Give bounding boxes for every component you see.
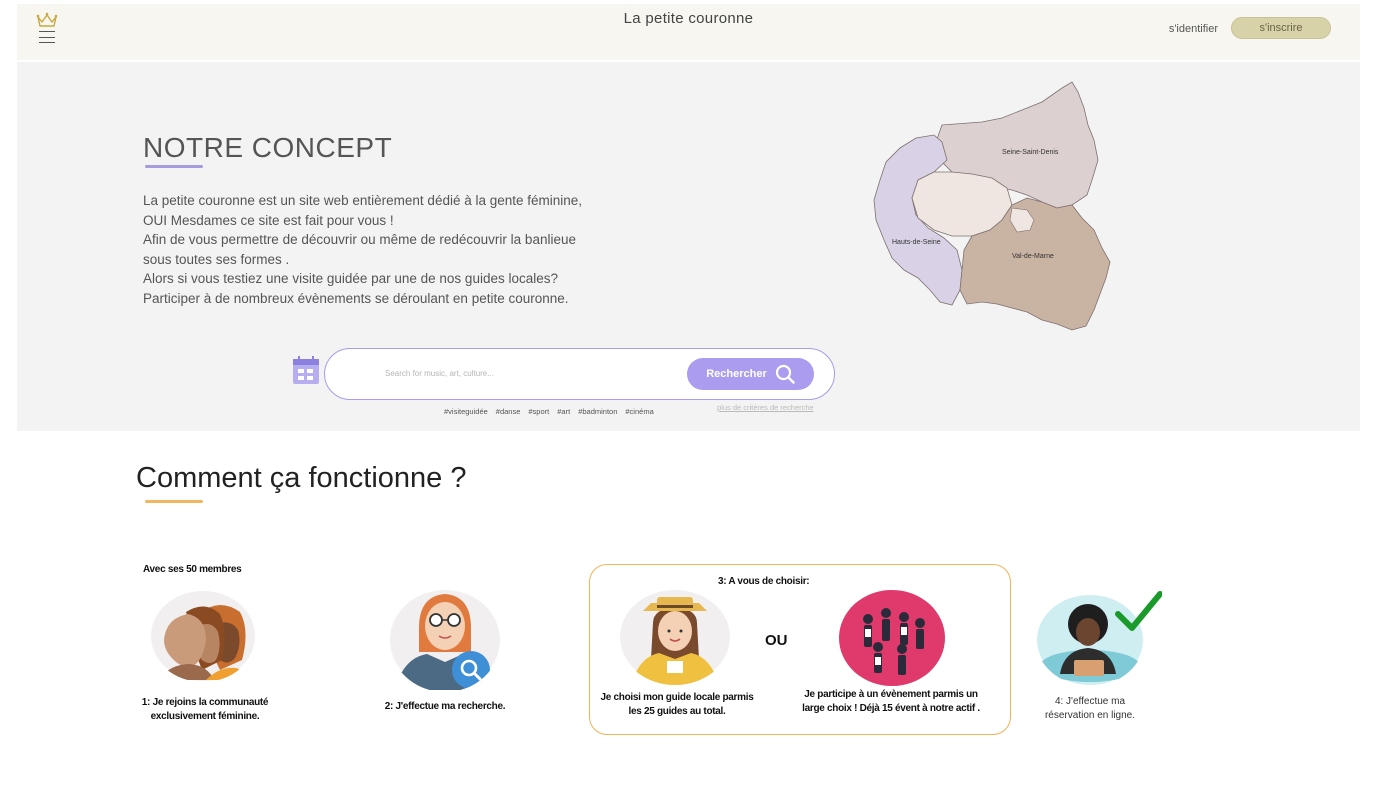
hamburger-menu-icon[interactable] xyxy=(39,31,55,43)
event-group-icon xyxy=(838,589,946,687)
concept-line: Participer à de nombreux évènements se d… xyxy=(143,290,569,306)
tag-sport[interactable]: #sport xyxy=(528,407,549,416)
step1-caption: 1: Je rejoins la communauté exclusivemen… xyxy=(120,696,290,724)
hero-section: NOTRE CONCEPT La petite couronne est un … xyxy=(17,62,1360,431)
concept-paragraph: La petite couronne est un site web entiè… xyxy=(143,191,663,308)
tag-badminton[interactable]: #badminton xyxy=(578,407,617,416)
register-button[interactable]: s'inscrire xyxy=(1231,17,1331,39)
concept-line: sous toutes ses formes . xyxy=(143,251,290,267)
step4-caption-line: 4: J'effectue ma xyxy=(1054,696,1126,707)
tag-visiteguidee[interactable]: #visiteguidée xyxy=(444,407,488,416)
tag-cinema[interactable]: #cinéma xyxy=(625,407,653,416)
step3-right-caption-line: Je participe à un évènement parmis un xyxy=(804,689,978,700)
step4-caption-line: réservation en ligne. xyxy=(1044,710,1136,721)
step1-caption-line: exclusivement féminine. xyxy=(150,711,260,722)
how-it-works-title: Comment ça fonctionne ? xyxy=(136,462,467,494)
or-label: OU xyxy=(765,632,788,649)
map-label-hauts-de-seine: Hauts-de-Seine xyxy=(892,239,941,246)
step1-header: Avec ses 50 membres xyxy=(143,564,242,575)
title-underline xyxy=(145,165,203,168)
page: La petite couronne s'identifier s'inscri… xyxy=(0,0,1383,786)
map-label-val-de-marne: Val-de-Marne xyxy=(1012,253,1054,260)
calendar-icon[interactable] xyxy=(292,355,320,385)
search-icon xyxy=(775,364,795,384)
step3-left-caption-line: les 25 guides au total. xyxy=(628,706,726,717)
community-women-icon xyxy=(150,590,256,682)
step3-left-caption-line: Je choisi mon guide locale parmis xyxy=(600,692,754,703)
search-button[interactable]: Rechercher xyxy=(687,358,814,390)
researcher-woman-icon xyxy=(389,586,501,692)
step3-header: 3: A vous de choisir: xyxy=(718,576,810,587)
step2-caption: 2: J'effectue ma recherche. xyxy=(384,701,506,712)
step3-right-caption-line: large choix ! Déjà 15 évent à notre acti… xyxy=(802,703,980,714)
map-label-seine-saint-denis: Seine-Saint-Denis xyxy=(1002,149,1059,156)
search-bar: Rechercher xyxy=(324,348,835,400)
concept-title: NOTRE CONCEPT xyxy=(143,132,393,163)
petite-couronne-map: Seine-Saint-Denis Hauts-de-Seine Val-de-… xyxy=(873,81,1111,331)
search-input[interactable] xyxy=(385,363,675,383)
concept-line: OUI Mesdames ce site est fait pour vous … xyxy=(143,212,394,228)
step3-right-caption: Je participe à un évènement parmis un la… xyxy=(782,688,1000,716)
search-button-label: Rechercher xyxy=(706,368,767,380)
how-title-underline xyxy=(145,500,203,503)
tag-list: #visiteguidée #danse #sport #art #badmin… xyxy=(444,407,654,416)
step3-left-caption: Je choisi mon guide locale parmis les 25… xyxy=(588,691,766,719)
concept-line: Afin de vous permettre de découvrir ou m… xyxy=(143,232,576,247)
tag-danse[interactable]: #danse xyxy=(496,407,521,416)
more-criteria-link[interactable]: plus de critères de recherche xyxy=(717,403,814,412)
checkmark-icon xyxy=(1114,590,1163,634)
site-title: La petite couronne xyxy=(623,10,754,27)
concept-line: La petite couronne est un site web entiè… xyxy=(143,193,583,208)
concept-line: Alors si vous testiez une visite guidée … xyxy=(143,271,558,286)
tag-art[interactable]: #art xyxy=(557,407,570,416)
login-link[interactable]: s'identifier xyxy=(1169,23,1218,35)
step4-caption: 4: J'effectue ma réservation en ligne. xyxy=(1010,695,1170,723)
top-navbar: La petite couronne s'identifier s'inscri… xyxy=(17,4,1360,60)
local-guide-icon xyxy=(619,589,731,685)
step1-caption-line: 1: Je rejoins la communauté xyxy=(141,697,269,708)
